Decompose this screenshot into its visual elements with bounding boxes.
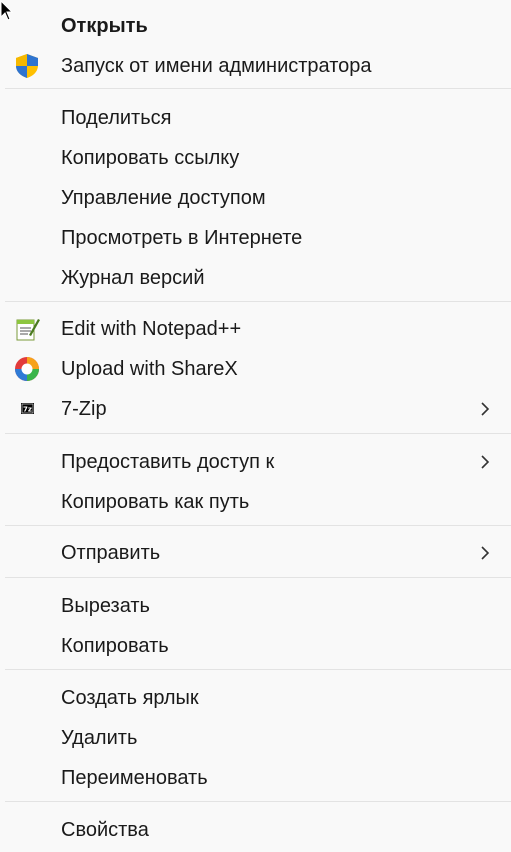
menu-item-notepadpp[interactable]: Edit with Notepad++ <box>0 309 511 349</box>
menu-item-give-access[interactable]: Предоставить доступ к <box>0 442 511 482</box>
menu-separator <box>5 669 511 670</box>
7zip-icon-text: 7z <box>23 406 32 414</box>
menu-item-label: Просмотреть в Интернете <box>61 226 303 249</box>
menu-item-label: Свойства <box>61 818 149 841</box>
menu-item-label: Копировать <box>61 634 169 657</box>
menu-item-view-online[interactable]: Просмотреть в Интернете <box>0 218 511 258</box>
menu-item-run-as-admin[interactable]: Запуск от имени администратора <box>0 46 511 86</box>
menu-item-create-shortcut[interactable]: Создать ярлык <box>0 678 511 718</box>
menu-item-share[interactable]: Поделиться <box>0 98 511 138</box>
chevron-right-icon <box>481 455 490 469</box>
menu-item-label: Переименовать <box>61 766 208 789</box>
menu-item-copy-as-path[interactable]: Копировать как путь <box>0 482 511 522</box>
menu-separator <box>5 525 511 526</box>
menu-item-open[interactable]: Открыть <box>0 6 511 46</box>
menu-item-copy-link[interactable]: Копировать ссылку <box>0 138 511 178</box>
context-menu: Открыть Запуск от имени администратора П… <box>0 0 511 852</box>
menu-item-copy[interactable]: Копировать <box>0 626 511 666</box>
menu-item-label: Копировать как путь <box>61 490 250 513</box>
menu-item-rename[interactable]: Переименовать <box>0 758 511 798</box>
menu-item-manage-access[interactable]: Управление доступом <box>0 178 511 218</box>
notepadpp-icon <box>16 319 40 341</box>
menu-item-label: Создать ярлык <box>61 686 199 709</box>
menu-item-7zip[interactable]: 7z 7-Zip <box>0 389 511 429</box>
sharex-icon <box>15 357 39 381</box>
menu-item-label: Предоставить доступ к <box>61 450 275 473</box>
menu-item-label: 7-Zip <box>61 397 107 420</box>
chevron-right-icon <box>481 546 490 560</box>
menu-separator <box>5 801 511 802</box>
menu-separator <box>5 301 511 302</box>
menu-item-cut[interactable]: Вырезать <box>0 586 511 626</box>
menu-item-label: Открыть <box>61 14 148 37</box>
menu-item-label: Отправить <box>61 541 161 564</box>
menu-item-sharex[interactable]: Upload with ShareX <box>0 349 511 389</box>
menu-item-label: Журнал версий <box>61 266 205 289</box>
menu-item-label: Поделиться <box>61 106 172 129</box>
menu-item-label: Управление доступом <box>61 186 266 209</box>
menu-item-label: Удалить <box>61 726 138 749</box>
chevron-right-icon <box>481 402 490 416</box>
7zip-icon: 7z <box>21 403 34 414</box>
shield-icon <box>16 54 38 78</box>
menu-item-label: Копировать ссылку <box>61 146 240 169</box>
menu-separator <box>5 433 511 434</box>
menu-item-label: Запуск от имени администратора <box>61 54 372 77</box>
menu-separator <box>5 577 511 578</box>
menu-item-version-history[interactable]: Журнал версий <box>0 258 511 298</box>
menu-item-properties[interactable]: Свойства <box>0 810 511 850</box>
menu-item-label: Upload with ShareX <box>61 357 238 380</box>
menu-item-send-to[interactable]: Отправить <box>0 533 511 573</box>
menu-separator <box>5 88 511 89</box>
menu-item-label: Вырезать <box>61 594 150 617</box>
menu-item-label: Edit with Notepad++ <box>61 317 242 340</box>
menu-item-delete[interactable]: Удалить <box>0 718 511 758</box>
